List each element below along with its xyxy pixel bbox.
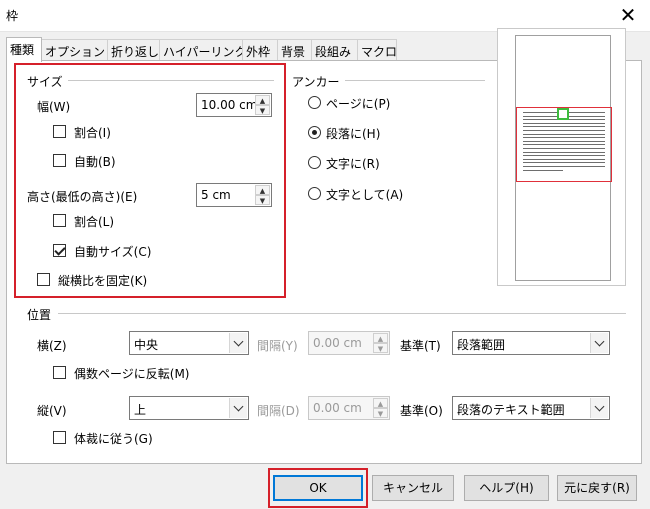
window-title: 枠	[6, 9, 19, 23]
height-label: 高さ(最低の高さ)(E)	[27, 190, 138, 204]
position-divider	[58, 313, 626, 314]
follow-text-flow-label: 体裁に従う(G)	[74, 432, 153, 446]
height-value: 5 cm	[201, 188, 231, 202]
anchor-page-label: ページに(P)	[326, 97, 391, 111]
preview-line	[523, 158, 605, 160]
height-spinbox[interactable]: 5 cm ▲ ▼	[196, 183, 272, 207]
spin-up-icon[interactable]: ▲	[255, 95, 270, 105]
vertical-label: 縦(V)	[37, 404, 67, 418]
anchor-page-radio[interactable]	[308, 96, 321, 109]
anchor-paragraph-label: 段落に(H)	[326, 127, 381, 141]
height-spin-arrows[interactable]: ▲ ▼	[255, 185, 270, 205]
preview-line	[523, 169, 563, 171]
reset-button[interactable]: 元に戻す(R)	[557, 475, 637, 501]
horizontal-value: 中央	[134, 338, 159, 352]
anchor-as-char-label: 文字として(A)	[326, 188, 404, 202]
spin-up-icon[interactable]: ▲	[373, 398, 388, 408]
tab-hyperlink[interactable]: ハイパーリンク	[159, 39, 247, 61]
anchor-char-label: 文字に(R)	[326, 157, 380, 171]
anchor-char-radio[interactable]	[308, 156, 321, 169]
tab-area[interactable]: 背景	[277, 39, 312, 61]
tab-wrap[interactable]: 折り返し	[107, 39, 160, 61]
width-value: 10.00 cm	[201, 98, 258, 112]
height-relative-checkbox[interactable]	[53, 214, 66, 227]
keep-ratio-checkbox[interactable]	[37, 273, 50, 286]
chevron-down-icon[interactable]	[590, 333, 608, 353]
tab-options[interactable]: オプション	[41, 39, 108, 61]
anchor-section-title: アンカー	[292, 75, 340, 89]
preview-line	[523, 148, 605, 149]
follow-text-flow-checkbox[interactable]	[53, 431, 66, 444]
width-relative-checkbox[interactable]	[53, 125, 66, 138]
horizontal-label: 横(Z)	[37, 339, 67, 353]
preview-line	[523, 162, 605, 164]
preview-line	[523, 144, 605, 146]
help-button[interactable]: ヘルプ(H)	[464, 475, 549, 501]
preview-line	[523, 126, 605, 128]
anchor-as-char-radio[interactable]	[308, 187, 321, 200]
width-spin-arrows[interactable]: ▲ ▼	[255, 95, 270, 115]
width-relative-label: 割合(I)	[74, 126, 111, 140]
ok-button[interactable]: OK	[273, 475, 363, 501]
v-spacing-value: 0.00 cm	[313, 401, 362, 415]
vertical-value: 上	[134, 403, 147, 417]
v-spacing-arrows[interactable]: ▲ ▼	[373, 398, 388, 418]
keep-ratio-label: 縦横比を固定(K)	[58, 274, 148, 288]
spin-down-icon[interactable]: ▼	[255, 105, 270, 115]
preview-line	[523, 122, 605, 124]
v-base-value: 段落のテキスト範囲	[457, 403, 565, 417]
position-section-title: 位置	[27, 308, 52, 322]
cancel-button[interactable]: キャンセル	[372, 475, 454, 501]
h-spacing-value: 0.00 cm	[313, 336, 362, 350]
spin-down-icon[interactable]: ▼	[373, 408, 388, 418]
spin-up-icon[interactable]: ▲	[373, 333, 388, 343]
spin-up-icon[interactable]: ▲	[255, 185, 270, 195]
tab-borders[interactable]: 外枠	[242, 39, 278, 61]
width-spinbox[interactable]: 10.00 cm ▲ ▼	[196, 93, 272, 117]
v-spacing-spinbox[interactable]: 0.00 cm ▲ ▼	[308, 396, 390, 420]
tab-columns[interactable]: 段組み	[311, 39, 358, 61]
anchor-divider	[345, 80, 485, 81]
height-auto-checkbox[interactable]	[53, 244, 66, 257]
height-relative-label: 割合(L)	[74, 215, 115, 229]
h-base-value: 段落範囲	[457, 338, 506, 352]
chevron-down-icon[interactable]	[229, 333, 247, 353]
tab-type[interactable]: 種類	[6, 37, 42, 62]
h-base-label: 基準(T)	[400, 339, 441, 353]
anchor-paragraph-radio[interactable]	[308, 126, 321, 139]
preview-line	[523, 130, 605, 131]
preview-line	[523, 133, 605, 135]
h-spacing-label: 間隔(Y)	[257, 339, 298, 353]
close-icon[interactable]: ✕	[618, 3, 638, 27]
preview-line	[523, 151, 605, 153]
horizontal-select[interactable]: 中央	[129, 331, 249, 355]
preview-frame-marker	[557, 108, 569, 120]
mirror-even-checkbox[interactable]	[53, 366, 66, 379]
preview-line	[523, 166, 605, 167]
h-base-select[interactable]: 段落範囲	[452, 331, 610, 355]
preview-line	[523, 137, 605, 139]
preview-line	[523, 155, 605, 157]
v-base-select[interactable]: 段落のテキスト範囲	[452, 396, 610, 420]
chevron-down-icon[interactable]	[229, 398, 247, 418]
spin-down-icon[interactable]: ▼	[255, 195, 270, 205]
v-spacing-label: 間隔(D)	[257, 404, 300, 418]
vertical-select[interactable]: 上	[129, 396, 249, 420]
height-auto-label: 自動サイズ(C)	[74, 245, 152, 259]
h-spacing-arrows[interactable]: ▲ ▼	[373, 333, 388, 353]
mirror-even-label: 偶数ページに反転(M)	[74, 367, 190, 381]
width-auto-checkbox[interactable]	[53, 154, 66, 167]
size-section-title: サイズ	[27, 75, 63, 89]
preview-line	[523, 140, 605, 142]
width-label: 幅(W)	[37, 100, 71, 114]
tab-macro[interactable]: マクロ	[357, 39, 397, 61]
h-spacing-spinbox[interactable]: 0.00 cm ▲ ▼	[308, 331, 390, 355]
spin-down-icon[interactable]: ▼	[373, 343, 388, 353]
chevron-down-icon[interactable]	[590, 398, 608, 418]
width-auto-label: 自動(B)	[74, 155, 116, 169]
v-base-label: 基準(O)	[400, 404, 443, 418]
size-divider	[68, 80, 274, 81]
